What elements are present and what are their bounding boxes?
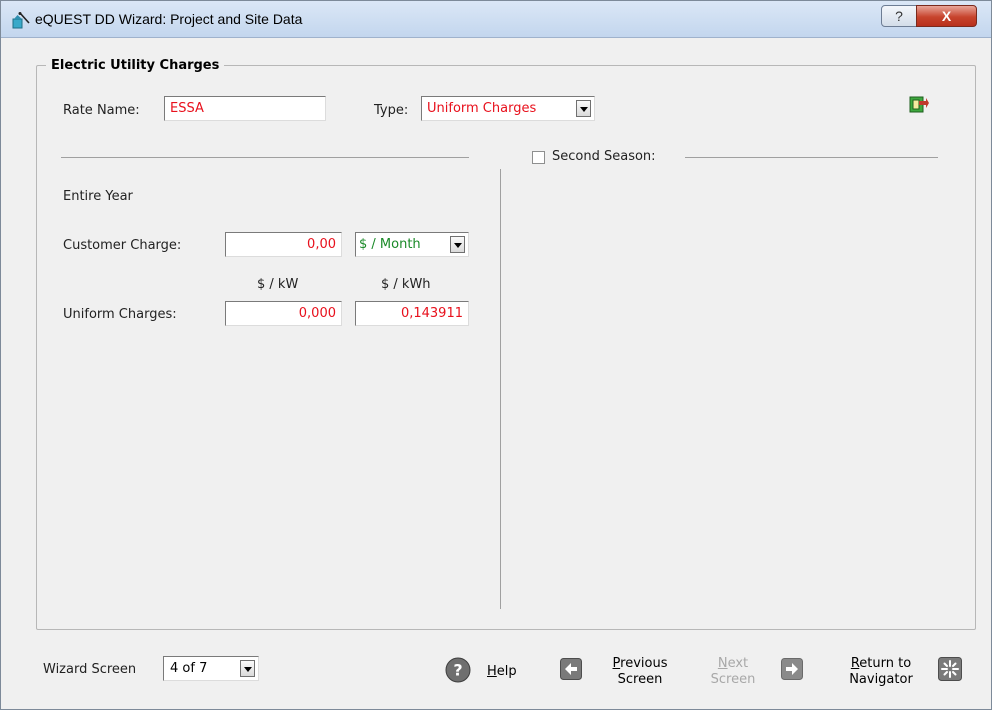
customer-charge-input[interactable]: 0,00 — [225, 232, 342, 257]
group-title: Electric Utility Charges — [46, 58, 225, 73]
svg-text:?: ? — [453, 661, 462, 680]
customer-charge-unit-select[interactable]: $ / Month — [355, 232, 469, 257]
rate-name-label: Rate Name: — [63, 103, 140, 118]
kwh-charge-input[interactable]: 0,143911 — [355, 301, 469, 326]
arrow-left-icon[interactable] — [560, 658, 582, 680]
type-select-value: Uniform Charges — [427, 101, 537, 116]
second-season-divider — [685, 157, 938, 158]
app-icon — [12, 12, 30, 29]
wizard-screen-select[interactable]: 4 of 7 — [163, 656, 259, 681]
chevron-down-icon[interactable] — [576, 100, 591, 117]
export-icon[interactable] — [909, 96, 929, 113]
close-button[interactable]: X — [916, 5, 977, 27]
help-icon[interactable]: ? — [445, 657, 471, 683]
previous-line1: Previous — [612, 656, 668, 671]
electric-charges-group — [36, 65, 976, 630]
chevron-down-icon[interactable] — [450, 236, 465, 253]
customer-charge-label: Customer Charge: — [63, 238, 182, 253]
previous-line2: Screen — [617, 672, 663, 687]
arrow-right-icon — [781, 658, 803, 680]
wizard-window: eQUEST DD Wizard: Project and Site Data … — [0, 0, 992, 710]
title-bar: eQUEST DD Wizard: Project and Site Data … — [1, 1, 991, 38]
return-to-navigator-button[interactable]: Return to Navigator — [839, 656, 923, 688]
wizard-screen-label: Wizard Screen — [43, 662, 137, 677]
help-label[interactable]: Help — [487, 664, 517, 680]
kw-column-label: $ / kW — [257, 277, 299, 292]
next-line1: Next — [717, 656, 749, 671]
kwh-column-label: $ / kWh — [381, 277, 431, 292]
left-divider — [61, 157, 469, 158]
type-select[interactable]: Uniform Charges — [421, 96, 595, 121]
previous-screen-button[interactable]: Previous Screen — [599, 656, 681, 688]
window-title: eQUEST DD Wizard: Project and Site Data — [35, 11, 303, 27]
customer-charge-unit-value: $ / Month — [359, 237, 421, 252]
context-help-button[interactable]: ? — [881, 5, 917, 27]
next-screen-button[interactable]: Next Screen — [701, 656, 765, 688]
next-line2: Screen — [710, 672, 756, 687]
rate-name-input[interactable]: ESSA — [164, 96, 326, 121]
vertical-divider — [500, 169, 501, 609]
second-season-checkbox[interactable] — [532, 151, 545, 164]
chevron-down-icon[interactable] — [240, 660, 255, 677]
wizard-screen-value: 4 of 7 — [170, 661, 208, 676]
return-line2: Navigator — [849, 672, 913, 687]
navigator-icon[interactable] — [938, 657, 962, 681]
kw-charge-input[interactable]: 0,000 — [225, 301, 342, 326]
return-line1: Return to — [850, 656, 912, 671]
uniform-charges-label: Uniform Charges: — [63, 307, 177, 322]
second-season-label: Second Season: — [552, 149, 656, 164]
type-label: Type: — [374, 103, 409, 118]
entire-year-heading: Entire Year — [63, 189, 133, 204]
